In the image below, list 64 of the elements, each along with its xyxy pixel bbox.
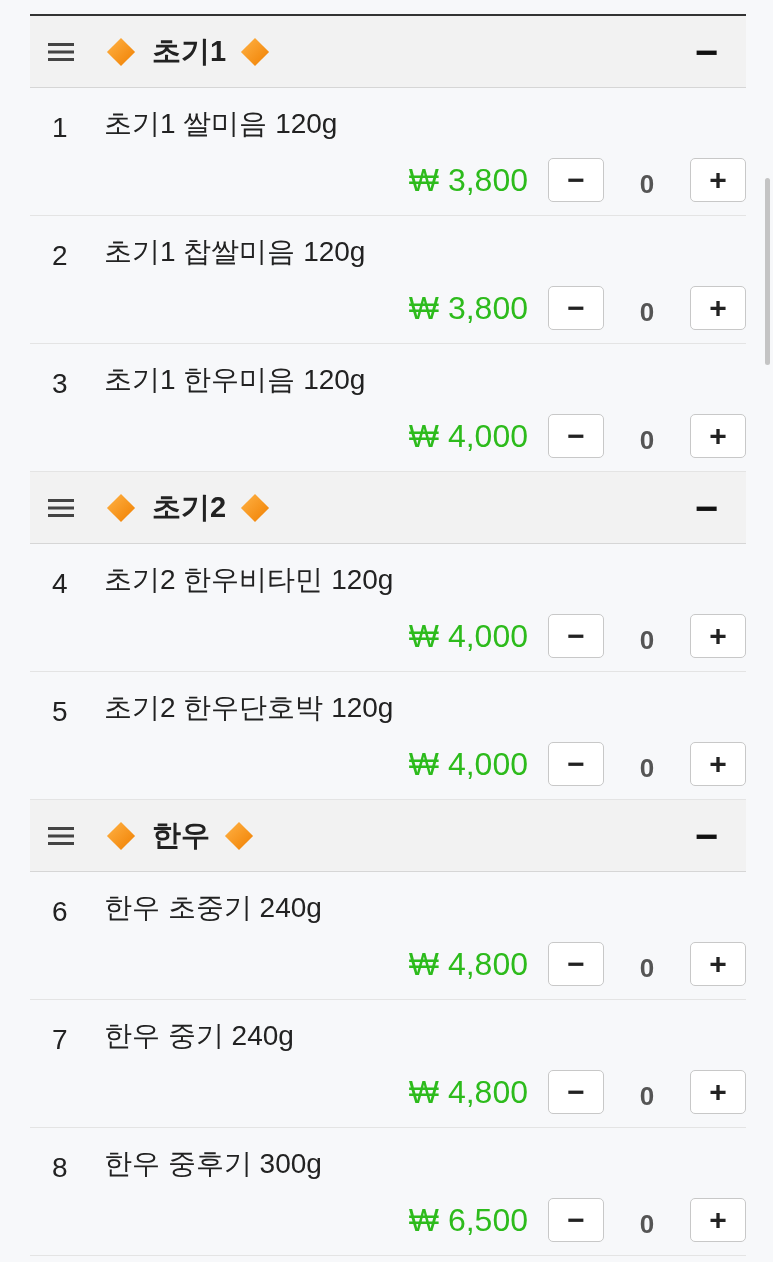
item-name: 초기2 한우비타민 120g <box>104 563 394 597</box>
collapse-button[interactable]: − <box>694 487 718 528</box>
increase-button[interactable]: + <box>690 414 746 458</box>
item-price: ₩ 6,500 <box>408 1201 528 1239</box>
item-price: ₩ 4,000 <box>408 617 528 655</box>
quantity: 0 <box>638 1208 656 1240</box>
diamond-icon <box>240 36 271 67</box>
item-price: ₩ 4,000 <box>408 417 528 455</box>
item-number: 8 <box>52 1152 69 1184</box>
diamond-icon <box>106 36 136 67</box>
section-title: 초기2 <box>152 489 227 525</box>
decrease-button[interactable]: − <box>548 158 604 202</box>
quantity: 0 <box>638 952 656 984</box>
decrease-button[interactable]: − <box>548 614 604 658</box>
item-price: ₩ 3,800 <box>408 289 528 327</box>
increase-button[interactable]: + <box>690 286 746 330</box>
quantity: 0 <box>638 168 656 200</box>
item-number: 4 <box>52 568 69 600</box>
diamond-icon <box>106 492 136 523</box>
item-number: 5 <box>52 696 69 728</box>
item-name: 초기2 한우단호박 120g <box>104 691 394 725</box>
increase-button[interactable]: + <box>690 614 746 658</box>
decrease-button[interactable]: − <box>548 414 604 458</box>
quantity: 0 <box>638 624 656 656</box>
item-price: ₩ 4,800 <box>408 1073 528 1111</box>
menu-icon[interactable] <box>48 497 74 518</box>
item-price: ₩ 3,800 <box>408 161 528 199</box>
quantity: 0 <box>638 1080 656 1112</box>
increase-button[interactable]: + <box>690 1070 746 1114</box>
decrease-button[interactable]: − <box>548 1070 604 1114</box>
decrease-button[interactable]: − <box>548 286 604 330</box>
increase-button[interactable]: + <box>690 158 746 202</box>
item-number: 2 <box>52 240 69 272</box>
item-price: ₩ 4,000 <box>408 745 528 783</box>
item-number: 3 <box>52 368 69 400</box>
section-title: 한우 <box>152 817 210 853</box>
decrease-button[interactable]: − <box>548 1198 604 1242</box>
quantity: 0 <box>638 752 656 784</box>
item-name: 초기1 찹쌀미음 120g <box>104 235 366 269</box>
menu-icon[interactable] <box>48 41 74 62</box>
collapse-button[interactable]: − <box>694 31 718 72</box>
diamond-icon <box>240 492 271 523</box>
item-name: 한우 중후기 300g <box>104 1147 322 1181</box>
quantity: 0 <box>638 296 656 328</box>
item-number: 6 <box>52 896 69 928</box>
scrollbar[interactable] <box>765 178 770 365</box>
item-price: ₩ 4,800 <box>408 945 528 983</box>
section-title: 초기1 <box>152 33 227 69</box>
item-name: 한우 초중기 240g <box>104 891 322 925</box>
item-number: 1 <box>52 112 69 144</box>
item-number: 7 <box>52 1024 69 1056</box>
decrease-button[interactable]: − <box>548 742 604 786</box>
increase-button[interactable]: + <box>690 942 746 986</box>
increase-button[interactable]: + <box>690 1198 746 1242</box>
menu-icon[interactable] <box>48 825 74 846</box>
increase-button[interactable]: + <box>690 742 746 786</box>
item-name: 초기1 한우미음 120g <box>104 363 366 397</box>
diamond-icon <box>224 820 254 851</box>
diamond-icon <box>106 820 136 851</box>
item-name: 한우 중기 240g <box>104 1019 294 1053</box>
collapse-button[interactable]: − <box>694 815 718 856</box>
quantity: 0 <box>638 424 656 456</box>
decrease-button[interactable]: − <box>548 942 604 986</box>
item-name: 초기1 쌀미음 120g <box>104 107 338 141</box>
